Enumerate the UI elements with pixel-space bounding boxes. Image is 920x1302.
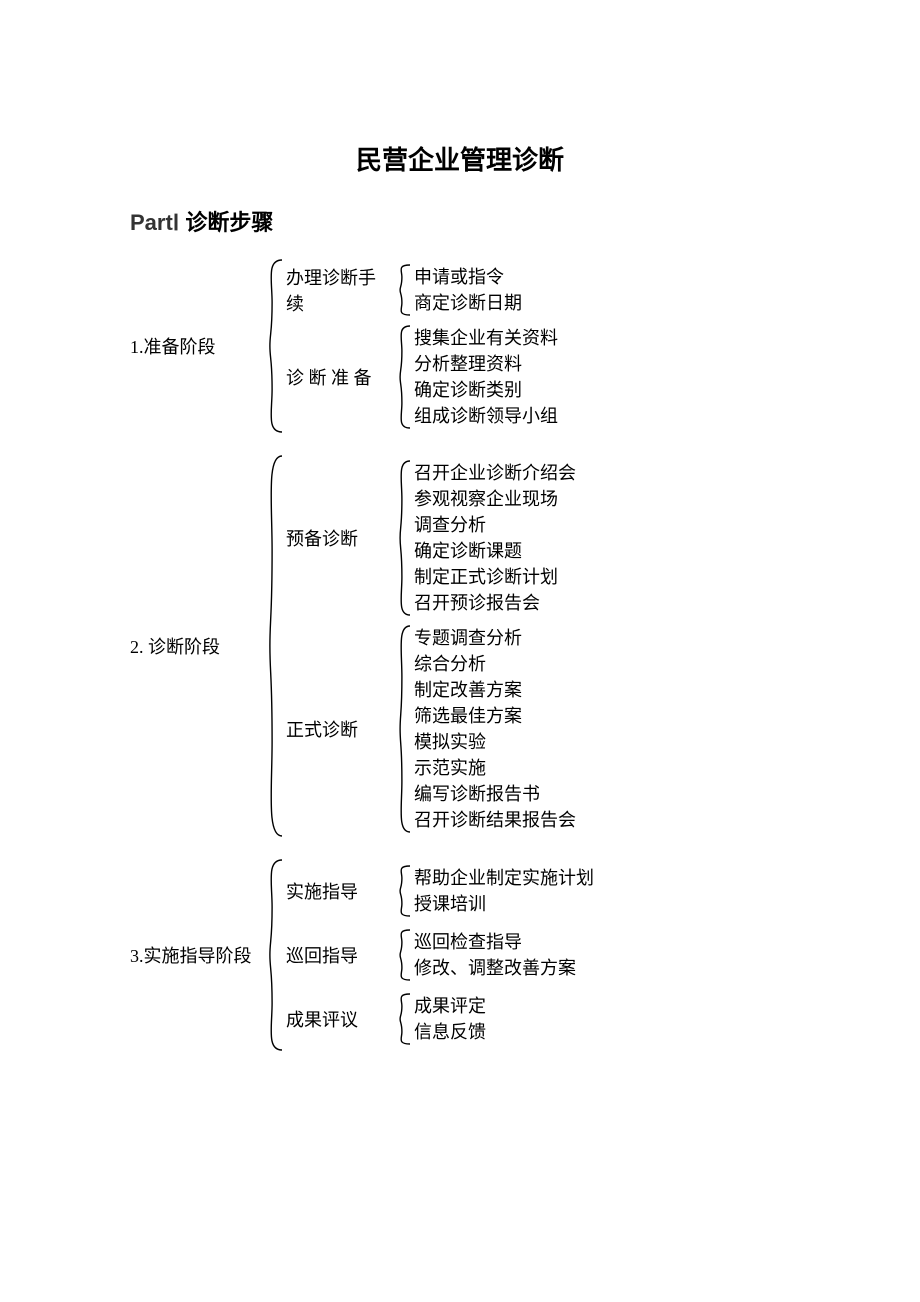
level2-children: 申请或指令商定诊断日期: [410, 264, 522, 316]
leaf-item: 召开诊断结果报告会: [414, 807, 576, 833]
leaf-item: 搜集企业有关资料: [414, 325, 558, 351]
leaf-item: 召开预诊报告会: [414, 590, 576, 616]
level2-label: 办理诊断手续: [282, 264, 392, 316]
tree-level2: 成果评议成果评定信息反馈: [282, 993, 594, 1045]
leaf-item: 商定诊断日期: [414, 290, 522, 316]
leaf-item: 模拟实验: [414, 729, 576, 755]
leaf-item: 信息反馈: [414, 1019, 486, 1045]
leaf-item: 授课培训: [414, 891, 594, 917]
brace-icon: [392, 460, 410, 616]
leaf-item: 示范实施: [414, 755, 576, 781]
brace-icon: [392, 929, 410, 981]
leaf-item: 召开企业诊断介绍会: [414, 460, 576, 486]
brace-icon: [392, 865, 410, 917]
tree-level2: 办理诊断手续申请或指令商定诊断日期: [282, 264, 558, 316]
leaf-item: 确定诊断类别: [414, 377, 558, 403]
level1-children: 预备诊断召开企业诊断介绍会参观视察企业现场调查分析确定诊断课题制定正式诊断计划召…: [282, 455, 576, 837]
leaf-item: 成果评定: [414, 993, 486, 1019]
leaf-item: 调查分析: [414, 512, 576, 538]
leaf-item: 组成诊断领导小组: [414, 403, 558, 429]
leaf-item: 制定正式诊断计划: [414, 564, 576, 590]
level2-label: 正式诊断: [282, 716, 392, 742]
section-label: 诊断步骤: [179, 210, 273, 235]
brace-icon: [392, 264, 410, 316]
leaf-item: 专题调查分析: [414, 625, 576, 651]
section-heading: PartⅠ 诊断步骤: [130, 205, 860, 237]
leaf-item: 参观视察企业现场: [414, 486, 576, 512]
level1-children: 实施指导帮助企业制定实施计划授课培训巡回指导巡回检查指导修改、调整改善方案成果评…: [282, 859, 594, 1051]
level1-children: 办理诊断手续申请或指令商定诊断日期诊 断 准 备搜集企业有关资料分析整理资料确定…: [282, 259, 558, 433]
tree-level2: 实施指导帮助企业制定实施计划授课培训: [282, 865, 594, 917]
tree-level1: 2. 诊断阶段预备诊断召开企业诊断介绍会参观视察企业现场调查分析确定诊断课题制定…: [130, 455, 860, 837]
level2-label: 巡回指导: [282, 942, 392, 968]
brace-icon: [392, 325, 410, 429]
level2-children: 搜集企业有关资料分析整理资料确定诊断类别组成诊断领导小组: [410, 325, 558, 429]
tree-level2: 巡回指导巡回检查指导修改、调整改善方案: [282, 929, 594, 981]
leaf-item: 综合分析: [414, 651, 576, 677]
leaf-item: 筛选最佳方案: [414, 703, 576, 729]
level2-label: 实施指导: [282, 878, 392, 904]
level2-label: 成果评议: [282, 1006, 392, 1032]
level2-label: 预备诊断: [282, 525, 392, 551]
tree-level2: 正式诊断专题调查分析综合分析制定改善方案筛选最佳方案模拟实验示范实施编写诊断报告…: [282, 625, 576, 833]
leaf-item: 确定诊断课题: [414, 538, 576, 564]
leaf-item: 修改、调整改善方案: [414, 955, 576, 981]
brace-icon: [392, 625, 410, 833]
page-title: 民营企业管理诊断: [60, 140, 860, 177]
diagram-tree: 1.准备阶段办理诊断手续申请或指令商定诊断日期诊 断 准 备搜集企业有关资料分析…: [130, 259, 860, 1051]
leaf-item: 帮助企业制定实施计划: [414, 865, 594, 891]
level2-children: 成果评定信息反馈: [410, 993, 486, 1045]
level2-label: 诊 断 准 备: [282, 364, 392, 390]
leaf-item: 制定改善方案: [414, 677, 576, 703]
brace-icon: [260, 859, 282, 1051]
brace-icon: [392, 993, 410, 1045]
level2-children: 召开企业诊断介绍会参观视察企业现场调查分析确定诊断课题制定正式诊断计划召开预诊报…: [410, 460, 576, 616]
level2-children: 巡回检查指导修改、调整改善方案: [410, 929, 576, 981]
brace-icon: [260, 259, 282, 433]
level2-children: 专题调查分析综合分析制定改善方案筛选最佳方案模拟实验示范实施编写诊断报告书召开诊…: [410, 625, 576, 833]
leaf-item: 编写诊断报告书: [414, 781, 576, 807]
level2-children: 帮助企业制定实施计划授课培训: [410, 865, 594, 917]
level1-label: 1.准备阶段: [130, 333, 260, 359]
leaf-item: 分析整理资料: [414, 351, 558, 377]
leaf-item: 巡回检查指导: [414, 929, 576, 955]
brace-icon: [260, 455, 282, 837]
level1-label: 3.实施指导阶段: [130, 942, 260, 968]
leaf-item: 申请或指令: [414, 264, 522, 290]
tree-level1: 3.实施指导阶段实施指导帮助企业制定实施计划授课培训巡回指导巡回检查指导修改、调…: [130, 859, 860, 1051]
tree-level1: 1.准备阶段办理诊断手续申请或指令商定诊断日期诊 断 准 备搜集企业有关资料分析…: [130, 259, 860, 433]
section-part: PartⅠ: [130, 210, 179, 235]
tree-level2: 预备诊断召开企业诊断介绍会参观视察企业现场调查分析确定诊断课题制定正式诊断计划召…: [282, 460, 576, 616]
level1-label: 2. 诊断阶段: [130, 633, 260, 659]
tree-level2: 诊 断 准 备搜集企业有关资料分析整理资料确定诊断类别组成诊断领导小组: [282, 325, 558, 429]
